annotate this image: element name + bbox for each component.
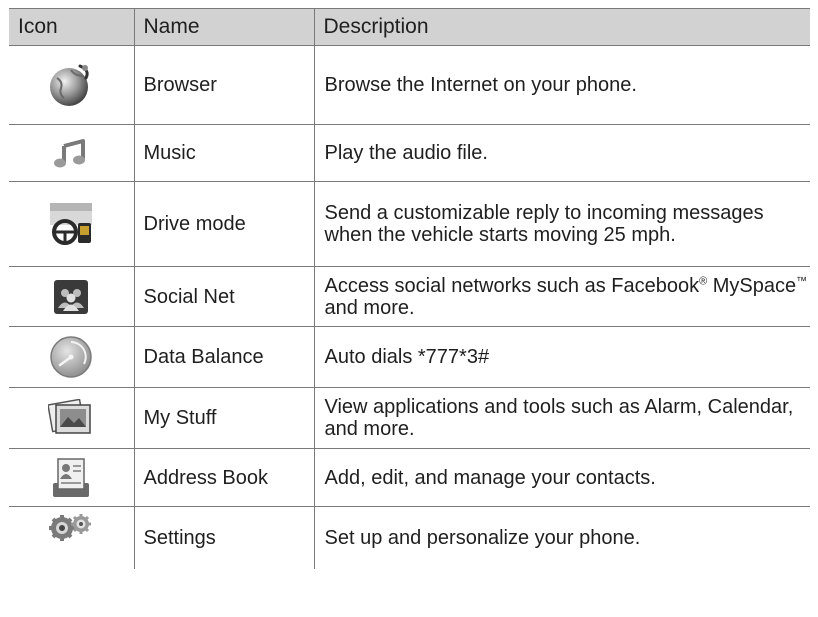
row-description: Send a customizable reply to incoming me… [314,181,810,267]
row-name: Data Balance [134,326,315,388]
address-book-icon [49,457,93,499]
table-header-row: Icon Name Description [9,8,810,46]
row-name: Address Book [134,448,315,507]
my-stuff-icon [48,399,94,437]
social-net-icon [54,279,89,314]
registered-mark: ® [699,274,708,287]
header-name: Name [134,8,315,46]
table-row-address-book: Address Book Add, edit, and manage your … [9,448,810,507]
row-description: Set up and personalize your phone. [324,526,641,549]
browser-globe-icon [47,62,95,108]
table-row-music: Music Play the audio file. [9,124,810,182]
row-description: Play the audio file. [314,124,810,182]
header-icon: Icon [9,8,135,46]
row-name: Settings [134,506,315,569]
table-row-data-balance: Data Balance Auto dials *777*3# [9,326,810,388]
row-description: Auto dials *777*3# [314,326,810,388]
row-name: Music [134,124,315,182]
music-note-icon [53,138,89,168]
table-row-my-stuff: My Stuff View applications and tools suc… [9,387,810,449]
table-row-browser: Browser Browse the Internet on your phon… [9,45,810,125]
row-name: Browser [134,45,315,125]
row-description: Browse the Internet on your phone. [314,45,810,125]
header-description: Description [314,8,810,46]
row-name: My Stuff [134,387,315,449]
data-balance-gauge-icon [49,335,93,379]
row-name: Social Net [134,266,315,327]
drive-mode-icon [48,203,94,245]
trademark-mark: ™ [796,274,808,287]
table-row-settings: Settings Set up and personalize your pho… [9,506,810,569]
settings-gears-icon [49,513,93,541]
row-description: View applications and tools such as Alar… [314,387,810,449]
table-row-social-net: Social Net Access social networks such a… [9,266,810,327]
row-name: Drive mode [134,181,315,267]
table-row-drive-mode: Drive mode Send a customizable reply to … [9,181,810,267]
row-description: Add, edit, and manage your contacts. [314,448,810,507]
row-description: Access social networks such as Facebook®… [314,266,810,327]
menu-icons-table: Icon Name Description Browser Browse the… [9,8,810,569]
